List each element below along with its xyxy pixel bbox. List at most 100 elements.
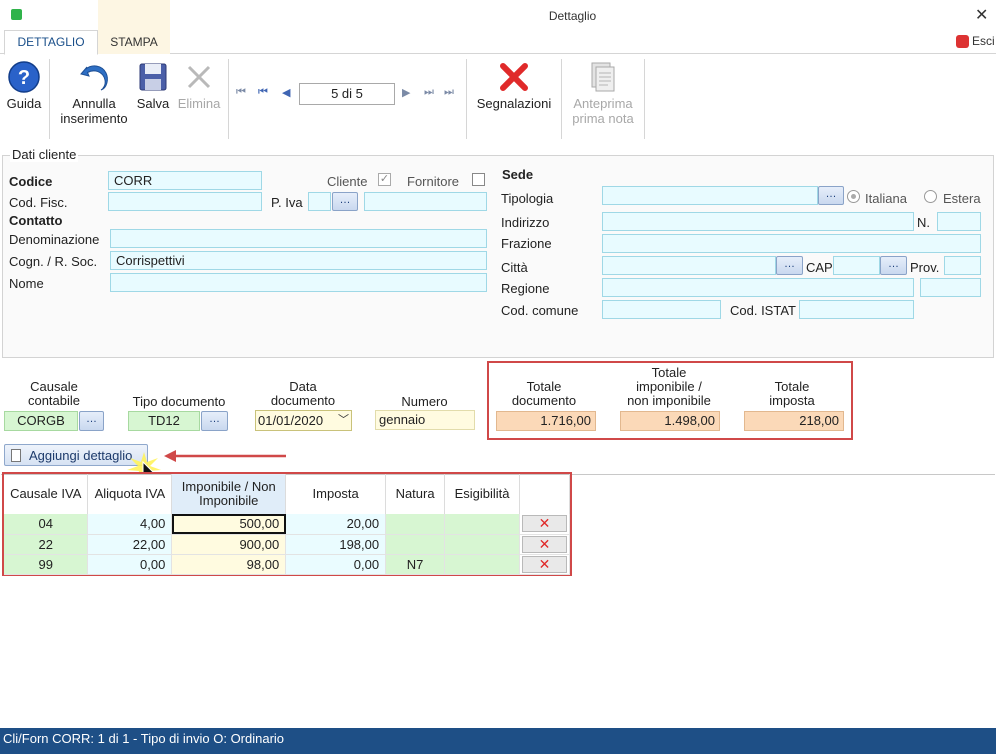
elimina-button[interactable]: Elimina (175, 61, 223, 111)
p-iva-prefix-input[interactable] (308, 192, 331, 211)
tab-stampa[interactable]: STAMPA (98, 0, 170, 54)
estera-radio[interactable] (924, 190, 937, 203)
first-record-icon[interactable]: ⏮ (236, 86, 246, 99)
denominazione-input[interactable] (110, 229, 487, 248)
delete-row-button[interactable]: ✕ (522, 555, 567, 573)
cell-imponibile[interactable]: 900,00 (171, 534, 287, 555)
delete-row-icon: ✕ (538, 555, 551, 572)
salva-button[interactable]: Salva (134, 61, 172, 111)
cell-causale[interactable]: 22 (4, 534, 89, 555)
causale-contabile-lookup-button[interactable]: … (79, 411, 104, 431)
tipo-documento-lookup-button[interactable]: … (201, 411, 228, 431)
cell-natura[interactable] (385, 514, 446, 535)
cod-comune-input[interactable] (602, 300, 721, 319)
cell-esigibilita[interactable] (444, 534, 521, 555)
header-esigibilita[interactable]: Esigibilità (444, 474, 521, 514)
totale-documento-label-line1: Totale (526, 379, 562, 394)
header-imponibile[interactable]: Imponibile / Non Imponibile (171, 474, 287, 514)
guida-button[interactable]: ? Guida (2, 61, 46, 111)
p-iva-lookup-button[interactable]: … (332, 192, 358, 211)
cod-fisc-input[interactable] (108, 192, 262, 211)
codice-input[interactable]: CORR (108, 171, 262, 190)
previous-record-icon[interactable]: ◀ (282, 86, 290, 99)
next-record-icon[interactable]: ▶ (402, 86, 410, 99)
cognome-input[interactable]: Corrispettivi (110, 251, 487, 270)
totale-imponibile-label: Totale imponibile / non imponibile (618, 366, 720, 408)
record-position-field[interactable]: 5 di 5 (299, 83, 395, 105)
cell-causale[interactable]: 04 (4, 514, 89, 535)
cell-natura[interactable] (385, 534, 446, 555)
data-documento-picker[interactable]: 01/01/2020 ﹀ (255, 410, 352, 431)
regione-input[interactable] (602, 278, 914, 297)
cell-aliquota[interactable]: 0,00 (87, 554, 173, 575)
nome-label: Nome (9, 276, 44, 291)
cell-natura[interactable]: N7 (385, 554, 446, 575)
cell-delete: ✕ (519, 534, 570, 555)
cell-delete: ✕ (519, 514, 570, 535)
header-causale-iva[interactable]: Causale IVA (4, 474, 89, 514)
fornitore-checkbox[interactable] (472, 173, 485, 186)
cap-lookup-button[interactable]: … (880, 256, 907, 275)
cap-input[interactable] (833, 256, 880, 275)
close-window-icon[interactable]: ✕ (975, 5, 988, 25)
italiana-radio[interactable] (847, 190, 860, 203)
cell-imposta[interactable]: 0,00 (285, 554, 387, 575)
frazione-input[interactable] (602, 234, 981, 253)
delete-row-icon: ✕ (538, 515, 551, 532)
new-document-icon (11, 449, 21, 462)
estera-label: Estera (943, 191, 981, 206)
warning-x-icon (500, 63, 528, 91)
tipologia-input[interactable] (602, 186, 818, 205)
cell-imponibile[interactable]: 500,00 (171, 514, 287, 535)
anteprima-prima-nota-button[interactable]: Anteprima prima nota (565, 61, 641, 126)
delete-row-button[interactable]: ✕ (522, 535, 567, 553)
cell-imponibile[interactable]: 98,00 (171, 554, 287, 575)
header-aliquota-iva[interactable]: Aliquota IVA (87, 474, 173, 514)
next-page-icon[interactable]: ⏭ (424, 86, 434, 99)
indirizzo-input[interactable] (602, 212, 914, 231)
citta-input[interactable] (602, 256, 776, 275)
numero-documento-input[interactable]: gennaio (375, 410, 475, 430)
totale-documento-value: 1.716,00 (496, 411, 596, 431)
frazione-label: Frazione (501, 236, 552, 251)
anteprima-label-line1: Anteprima (573, 96, 633, 111)
tipologia-lookup-button[interactable]: … (818, 186, 844, 205)
tipo-documento-input[interactable]: TD12 (128, 411, 200, 431)
denominazione-label: Denominazione (9, 232, 100, 247)
cell-aliquota[interactable]: 4,00 (87, 514, 173, 535)
toolbar-separator (49, 59, 50, 139)
cod-istat-input[interactable] (799, 300, 914, 319)
previous-page-icon[interactable]: ⏮ (258, 86, 268, 99)
citta-lookup-button[interactable]: … (776, 256, 803, 275)
header-imposta[interactable]: Imposta (285, 474, 387, 514)
segnalazioni-label: Segnalazioni (476, 96, 552, 111)
p-iva-input[interactable] (364, 192, 487, 211)
cell-delete: ✕ (519, 554, 570, 575)
cliente-checkbox[interactable]: ✓ (378, 173, 391, 186)
tipologia-label: Tipologia (501, 191, 554, 206)
totale-imponibile-label-line2: imponibile / (636, 379, 702, 394)
cell-esigibilita[interactable] (444, 554, 521, 575)
regione-code-input[interactable] (920, 278, 981, 297)
svg-text:?: ? (18, 67, 30, 89)
causale-contabile-label-line2: contabile (27, 393, 81, 408)
cell-imposta[interactable]: 20,00 (285, 514, 387, 535)
nome-input[interactable] (110, 273, 487, 292)
header-imponibile-line1: Imponibile / Non (181, 479, 276, 494)
annulla-inserimento-button[interactable]: Annulla inserimento (54, 61, 134, 126)
header-natura[interactable]: Natura (385, 474, 446, 514)
causale-contabile-input[interactable]: CORGB (4, 411, 78, 431)
delete-row-button[interactable]: ✕ (522, 515, 567, 533)
totale-documento-label-line2: documento (511, 393, 577, 408)
tab-dettaglio[interactable]: DETTAGLIO (4, 30, 98, 55)
elimina-label: Elimina (177, 96, 221, 111)
cod-fisc-label: Cod. Fisc. (9, 195, 68, 210)
cell-imposta[interactable]: 198,00 (285, 534, 387, 555)
provincia-input[interactable] (944, 256, 981, 275)
last-record-icon[interactable]: ⏭ (444, 86, 454, 99)
numero-civico-input[interactable] (937, 212, 981, 231)
cell-aliquota[interactable]: 22,00 (87, 534, 173, 555)
segnalazioni-button[interactable]: Segnalazioni (472, 61, 556, 111)
cell-causale[interactable]: 99 (4, 554, 89, 575)
cell-esigibilita[interactable] (444, 514, 521, 535)
